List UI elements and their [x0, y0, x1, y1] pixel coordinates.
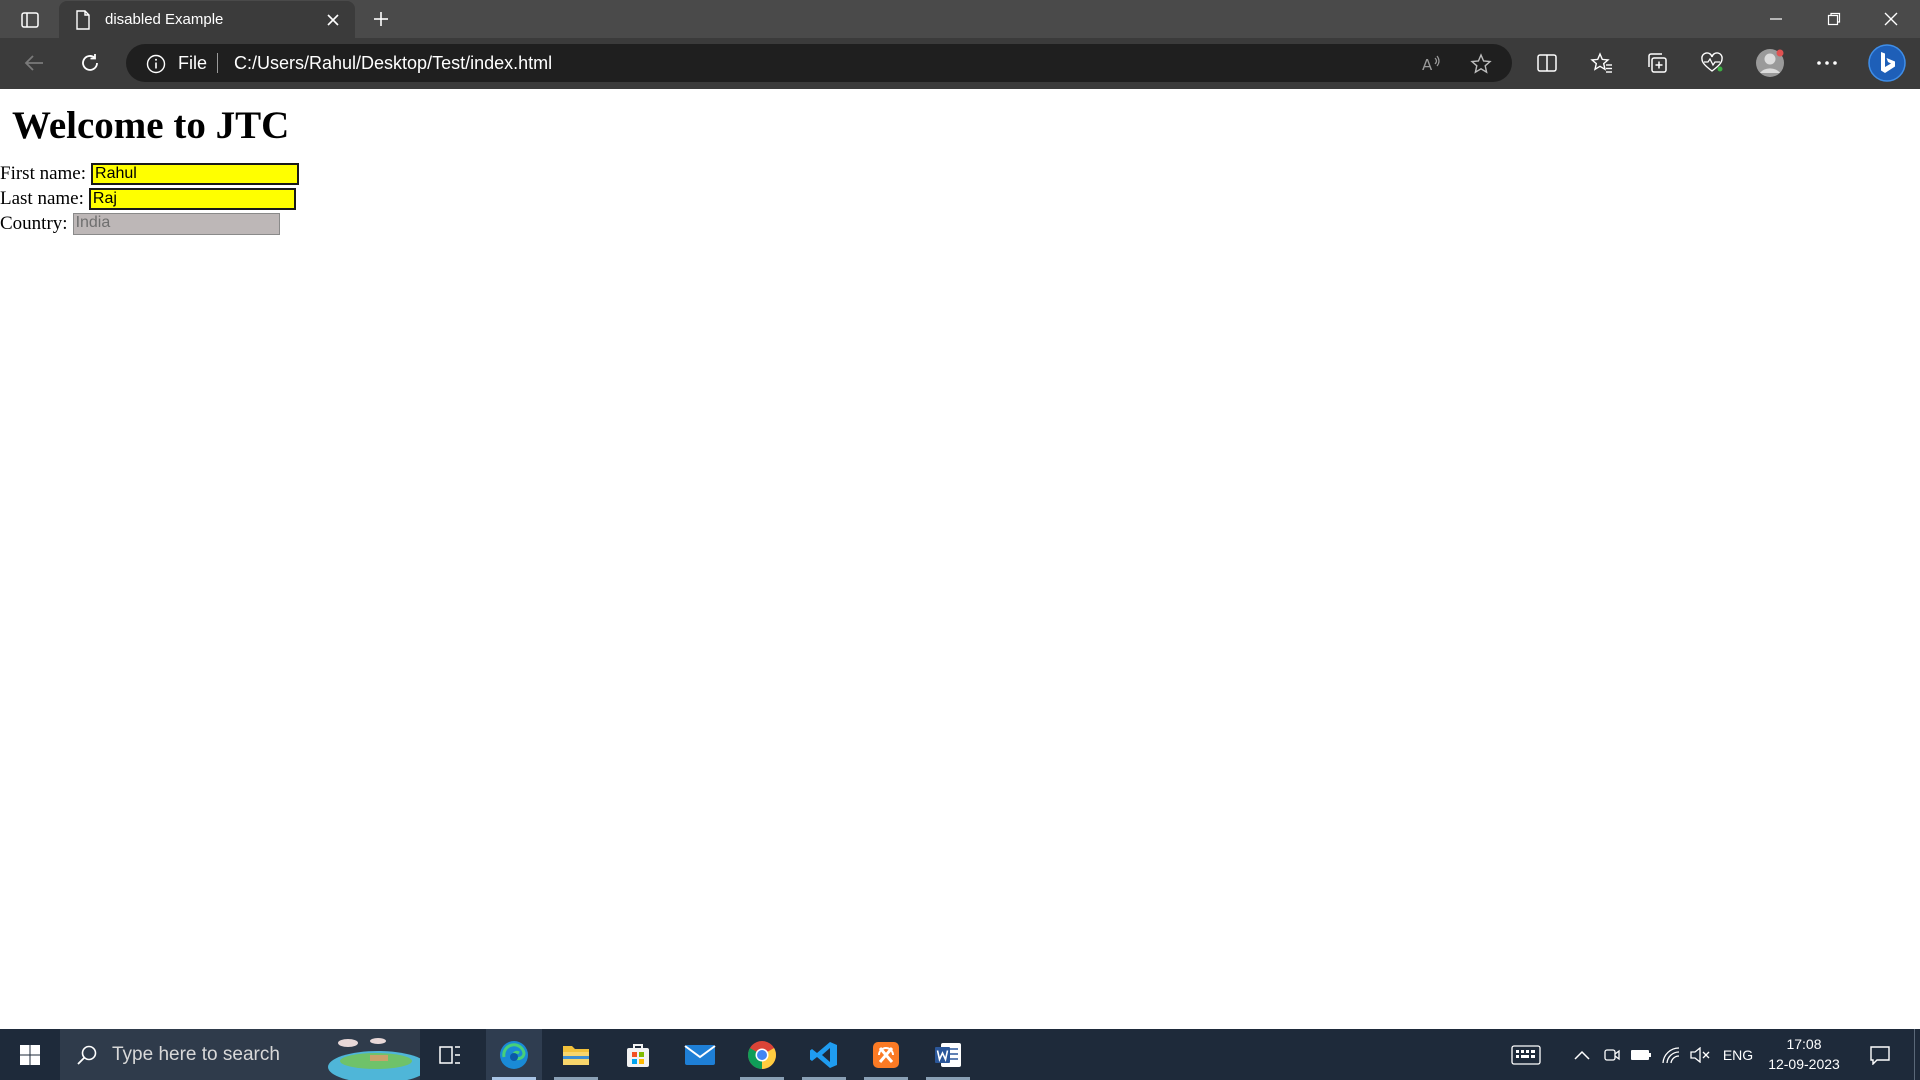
- start-button[interactable]: [0, 1029, 60, 1080]
- close-tab-icon[interactable]: [321, 8, 345, 32]
- address-separator: [217, 53, 218, 73]
- search-highlight-illustration: [328, 1038, 420, 1080]
- heart-pulse-icon: [1701, 52, 1723, 72]
- bing-icon: [1868, 44, 1906, 82]
- page-content: Welcome to JTC First name: Rahul Last na…: [0, 89, 1920, 1029]
- address-scheme-label: File: [178, 53, 208, 73]
- edge-icon: [500, 1040, 528, 1069]
- favorite-star-icon[interactable]: [1468, 51, 1494, 77]
- taskbar-app-file-explorer[interactable]: [548, 1029, 604, 1080]
- close-window-button[interactable]: [1862, 0, 1920, 38]
- minimize-button[interactable]: [1747, 0, 1805, 38]
- refresh-button[interactable]: [72, 45, 108, 81]
- page-heading: Welcome to JTC: [12, 104, 290, 147]
- bing-copilot-button[interactable]: [1866, 42, 1908, 84]
- taskbar-search-box[interactable]: Type here to search: [60, 1029, 420, 1080]
- chrome-icon: [748, 1040, 776, 1069]
- first-name-row: First name: Rahul: [0, 162, 300, 186]
- first-name-label: First name:: [0, 163, 87, 184]
- taskbar-app-chrome[interactable]: [734, 1029, 790, 1080]
- taskbar-app-mail[interactable]: [672, 1029, 728, 1080]
- restore-button[interactable]: [1805, 0, 1863, 38]
- document-icon: [73, 9, 93, 30]
- search-placeholder: Type here to search: [112, 1043, 280, 1065]
- wifi-icon: [1662, 1046, 1680, 1063]
- windows-taskbar: Type here to search ENG 17:08 12-09-2023: [0, 1029, 1920, 1080]
- show-hidden-icons-button[interactable]: [1570, 1029, 1594, 1080]
- xampp-icon: [873, 1041, 899, 1068]
- address-url[interactable]: C:/Users/Rahul/Desktop/Test/index.html: [234, 53, 552, 74]
- last-name-field[interactable]: Raj: [88, 188, 296, 210]
- touch-keyboard-button[interactable]: [1508, 1029, 1544, 1080]
- browser-essentials-button[interactable]: [1694, 45, 1730, 81]
- first-name-field[interactable]: Rahul: [91, 163, 300, 185]
- last-name-label: Last name:: [0, 188, 84, 209]
- refresh-icon: [82, 54, 98, 71]
- country-row: Country: India: [0, 212, 280, 236]
- clock-time: 17:08: [1786, 1036, 1822, 1052]
- country-field-disabled: India: [72, 213, 280, 235]
- restore-icon: [1827, 12, 1841, 26]
- favorites-button[interactable]: [1584, 45, 1620, 81]
- folder-icon: [563, 1045, 589, 1065]
- task-view-icon: [439, 1045, 460, 1064]
- svg-text:A: A: [1422, 56, 1433, 74]
- info-icon[interactable]: [146, 54, 166, 74]
- profile-button[interactable]: [1752, 45, 1788, 81]
- taskbar-app-vscode[interactable]: [796, 1029, 852, 1080]
- tab-active[interactable]: disabled Example: [59, 1, 355, 38]
- chevron-up-icon: [1574, 1050, 1590, 1060]
- read-aloud-icon[interactable]: A: [1418, 51, 1444, 77]
- tab-actions-icon: [21, 12, 39, 28]
- mail-icon: [684, 1044, 716, 1065]
- show-desktop-button[interactable]: [1914, 1029, 1920, 1080]
- search-icon: [77, 1045, 97, 1065]
- tab-actions-button[interactable]: [10, 4, 50, 36]
- browser-toolbar: File C:/Users/Rahul/Desktop/Test/index.h…: [0, 38, 1920, 89]
- new-tab-button[interactable]: [366, 4, 396, 34]
- windows-logo-icon: [20, 1044, 40, 1065]
- split-screen-icon: [1537, 54, 1557, 72]
- minimize-icon: [1770, 18, 1782, 20]
- meet-now-button[interactable]: [1600, 1029, 1624, 1080]
- country-label: Country:: [0, 213, 68, 234]
- task-view-button[interactable]: [422, 1029, 478, 1080]
- vscode-icon: [810, 1041, 837, 1068]
- clock-date: 12-09-2023: [1768, 1056, 1840, 1072]
- more-icon: [1817, 61, 1837, 65]
- tab-title: disabled Example: [105, 11, 224, 28]
- browser-titlebar: disabled Example: [0, 0, 1920, 38]
- network-button[interactable]: [1659, 1029, 1683, 1080]
- back-arrow-icon: [24, 55, 43, 71]
- more-options-button[interactable]: [1809, 45, 1845, 81]
- favorites-icon: [1590, 52, 1612, 73]
- last-name-row: Last name: Raj: [0, 187, 296, 211]
- taskbar-app-xampp[interactable]: [858, 1029, 914, 1080]
- volume-button[interactable]: [1688, 1029, 1712, 1080]
- taskbar-clock[interactable]: 17:08 12-09-2023: [1762, 1029, 1846, 1080]
- word-icon: [935, 1042, 961, 1067]
- collections-icon: [1648, 53, 1667, 73]
- notifications-button[interactable]: [1862, 1029, 1898, 1080]
- volume-muted-icon: [1690, 1046, 1710, 1063]
- collections-button[interactable]: [1639, 45, 1675, 81]
- plus-icon: [374, 12, 388, 26]
- battery-icon: [1631, 1049, 1651, 1060]
- store-icon: [627, 1043, 649, 1067]
- split-screen-button[interactable]: [1529, 45, 1565, 81]
- keyboard-icon: [1511, 1044, 1541, 1065]
- battery-button[interactable]: [1629, 1029, 1653, 1080]
- close-icon: [1884, 12, 1898, 26]
- taskbar-app-edge[interactable]: [486, 1029, 542, 1080]
- notification-icon: [1870, 1045, 1890, 1065]
- camera-icon: [1604, 1048, 1620, 1061]
- avatar: [1756, 49, 1784, 77]
- taskbar-app-word[interactable]: [920, 1029, 976, 1080]
- back-button[interactable]: [16, 45, 52, 81]
- address-bar[interactable]: File C:/Users/Rahul/Desktop/Test/index.h…: [126, 44, 1512, 82]
- input-language-indicator[interactable]: ENG: [1718, 1029, 1758, 1080]
- taskbar-app-store[interactable]: [610, 1029, 666, 1080]
